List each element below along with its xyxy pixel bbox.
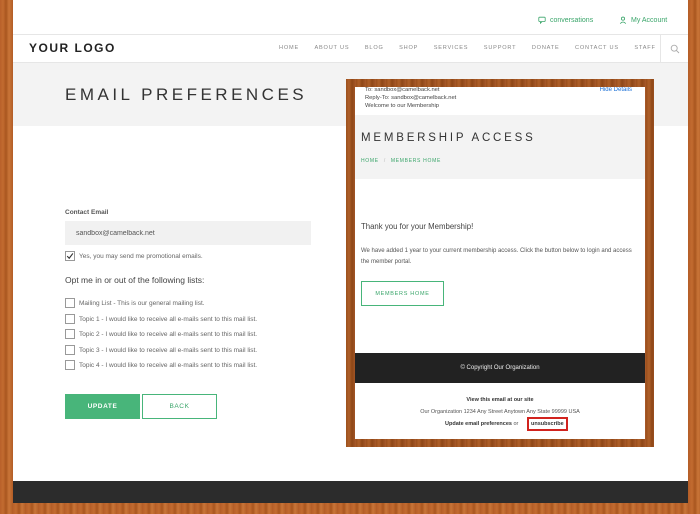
list-label-topic-1: Topic 1 - I would like to receive all e-… [79,316,258,323]
thanks-heading: Thank you for your Membership! [361,222,474,231]
email-subject-line: Welcome to our Membership [365,103,439,109]
membership-title: MEMBERSHIP ACCESS [361,132,536,144]
user-icon [619,16,627,24]
list-checkbox-topic-4[interactable] [65,360,75,370]
update-button[interactable]: UPDATE [65,394,140,419]
update-prefs-line: Update email preferences or [445,421,518,427]
list-checkbox-topic-3[interactable] [65,345,75,355]
nav-item-donate[interactable]: DONATE [532,45,560,51]
email-reply-to-line: Reply-To: sandbox@camelback.net [365,95,457,101]
nav-item-support[interactable]: SUPPORT [484,45,517,51]
update-prefs-link[interactable]: Update email preferences [445,421,512,427]
email-preview: To: sandbox@camelback.net Reply-To: sand… [355,87,645,439]
email-to-line: To: sandbox@camelback.net [365,87,440,93]
main-nav: YOUR LOGO HOME ABOUT US BLOG SHOP SERVIC… [13,35,688,63]
conversations-label: conversations [550,16,594,24]
page-title: EMAIL PREFERENCES [65,85,308,104]
unsubscribe-link[interactable]: unsubscribe [527,417,568,431]
list-label-topic-3: Topic 3 - I would like to receive all e-… [79,347,258,354]
back-button[interactable]: BACK [142,394,217,419]
utility-bar: conversations My Account [13,0,688,35]
breadcrumb-current: MEMBERS HOME [390,158,441,164]
lists-heading: Opt me in or out of the following lists: [65,275,205,285]
email-preview-frame: To: sandbox@camelback.net Reply-To: sand… [346,79,654,447]
list-checkbox-topic-2[interactable] [65,329,75,339]
nav-item-about-us[interactable]: ABOUT US [314,45,349,51]
email-body-text: We have added 1 year to your current mem… [361,248,632,265]
copyright-band: © Copyright Our Organization [355,353,645,383]
nav-item-contact-us[interactable]: CONTACT US [575,45,619,51]
promo-checkbox[interactable] [65,251,75,261]
or-text: or [513,421,519,427]
contact-email-field[interactable] [65,221,311,245]
list-checkbox-topic-1[interactable] [65,314,75,324]
nav-item-services[interactable]: SERVICES [434,45,469,51]
nav-item-staff[interactable]: STAFF [634,45,655,51]
list-label-topic-4: Topic 4 - I would like to receive all e-… [79,362,258,369]
nav-item-home[interactable]: HOME [279,45,299,51]
my-account-link[interactable]: My Account [619,16,667,24]
org-address: Our Organization 1234 Any Street Anytown… [420,409,580,415]
promo-label: Yes, you may send me promotional emails. [79,253,203,260]
list-checkbox-mailing[interactable] [65,298,75,308]
checkmark-icon [66,253,74,260]
nav-item-shop[interactable]: SHOP [399,45,418,51]
search-icon [670,44,679,54]
breadcrumb-separator: / [383,158,386,164]
members-home-button[interactable]: MEMBERS HOME [361,281,444,306]
list-label-mailing: Mailing List - This is our general maili… [79,300,205,307]
membership-hero: MEMBERSHIP ACCESS HOME / MEMBERS HOME [355,115,645,179]
breadcrumb-home[interactable]: HOME [361,158,379,164]
page-footer [13,481,688,503]
conversations-link[interactable]: conversations [538,16,593,24]
site-logo[interactable]: YOUR LOGO [29,41,116,55]
copyright-text: © Copyright Our Organization [460,365,540,371]
nav-item-blog[interactable]: BLOG [365,45,384,51]
list-label-topic-2: Topic 2 - I would like to receive all e-… [79,331,258,338]
my-account-label: My Account [631,16,668,24]
breadcrumb: HOME / MEMBERS HOME [361,158,441,164]
hide-details-link[interactable]: Hide Details [600,87,632,93]
contact-email-label: Contact Email [65,209,109,216]
nav-items: HOME ABOUT US BLOG SHOP SERVICES SUPPORT… [279,45,671,51]
view-site-link[interactable]: View this email at our site [355,397,645,403]
search-button[interactable] [660,35,688,63]
chat-icon [538,16,546,24]
